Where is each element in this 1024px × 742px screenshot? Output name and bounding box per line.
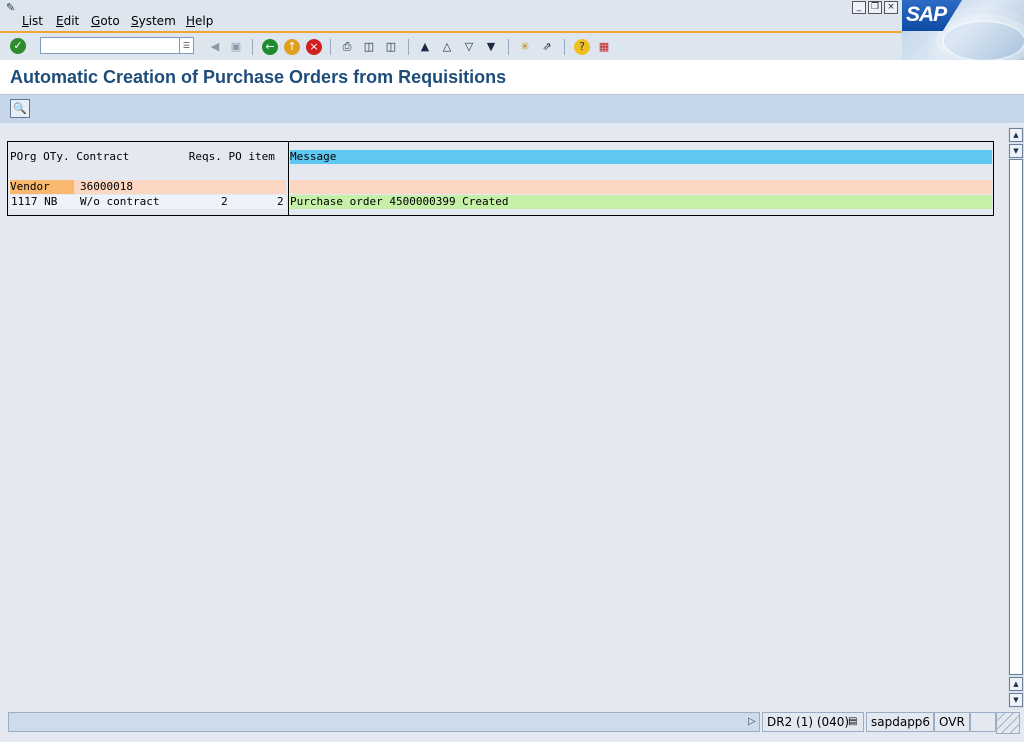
layout-icon[interactable]: ▦ bbox=[596, 39, 612, 55]
toolbar-separator bbox=[252, 39, 253, 55]
result-list: POrg OTy. Contract Reqs. PO item Message… bbox=[7, 141, 994, 216]
status-message-field bbox=[8, 712, 760, 732]
reqs-cell: 2 bbox=[221, 195, 228, 208]
status-bar: ▷ DR2 (1) (040) ▤ sapdapp6 OVR bbox=[0, 708, 1024, 742]
logo-ripple bbox=[942, 20, 1024, 60]
system-info: DR2 (1) (040) bbox=[767, 715, 850, 729]
menu-help[interactable]: Help bbox=[186, 14, 213, 29]
previous-page-icon[interactable]: △ bbox=[439, 39, 455, 55]
list-header-message: Message bbox=[290, 150, 992, 164]
minimize-icon[interactable]: _ bbox=[852, 1, 866, 14]
toolbar-separator bbox=[508, 39, 509, 55]
collapse-icon[interactable]: ◀ bbox=[207, 39, 223, 55]
vendor-row-message bbox=[290, 180, 992, 194]
scroll-up-icon[interactable]: ▲ bbox=[1009, 128, 1023, 142]
status-expand-icon[interactable]: ▷ bbox=[748, 716, 756, 727]
shortcut-icon[interactable]: ⇗ bbox=[539, 39, 555, 55]
last-page-icon[interactable]: ▼ bbox=[483, 39, 499, 55]
create-session-icon[interactable]: ✳ bbox=[517, 39, 533, 55]
vendor-number[interactable]: 36000018 bbox=[80, 180, 133, 194]
print-icon[interactable]: ⎙ bbox=[339, 39, 355, 55]
system-info-list-icon[interactable]: ▤ bbox=[848, 716, 857, 727]
logo-text: SAP bbox=[906, 3, 947, 26]
title-bar: Automatic Creation of Purchase Orders fr… bbox=[0, 60, 1024, 95]
menu-edit[interactable]: Edit bbox=[56, 14, 79, 29]
menu-list[interactable]: List bbox=[22, 14, 43, 29]
sap-logo: SAP bbox=[902, 0, 1024, 60]
list-header-columns: POrg OTy. Contract Reqs. PO item bbox=[10, 150, 286, 164]
cancel-icon[interactable]: × bbox=[306, 39, 322, 55]
scroll-track[interactable] bbox=[1009, 159, 1023, 675]
insert-mode: OVR bbox=[939, 715, 965, 729]
toolbar-separator bbox=[564, 39, 565, 55]
exit-icon[interactable]: ↑ bbox=[284, 39, 300, 55]
find-icon[interactable]: ◫ bbox=[361, 39, 377, 55]
menu-goto[interactable]: Goto bbox=[91, 14, 120, 29]
next-page-icon[interactable]: ▽ bbox=[461, 39, 477, 55]
first-page-icon[interactable]: ▲ bbox=[417, 39, 433, 55]
system-toolbar: ✓ ☰ ◀ ▣ ← ↑ × ⎙ ◫ ◫ ▲ △ ▽ ▼ ✳ ⇗ ? ▦ bbox=[0, 31, 902, 60]
find-next-icon[interactable]: ◫ bbox=[383, 39, 399, 55]
restore-icon[interactable]: ❐ bbox=[868, 1, 882, 14]
scroll-page-up-icon[interactable]: ▲ bbox=[1009, 677, 1023, 691]
enter-button[interactable]: ✓ bbox=[10, 38, 26, 54]
mode-field[interactable]: OVR bbox=[934, 712, 970, 732]
resize-grip-icon[interactable] bbox=[996, 712, 1020, 734]
scroll-page-down-icon[interactable]: ▼ bbox=[1009, 144, 1023, 158]
scroll-down-icon[interactable]: ▼ bbox=[1009, 693, 1023, 707]
menu-corner-icon[interactable]: ✎ bbox=[6, 1, 20, 14]
help-icon[interactable]: ? bbox=[574, 39, 590, 55]
application-toolbar: 🔍 bbox=[0, 95, 1024, 123]
close-icon[interactable]: × bbox=[884, 1, 898, 14]
window-controls: _ ❐ × bbox=[852, 1, 898, 14]
column-divider bbox=[288, 142, 289, 215]
command-field[interactable] bbox=[40, 37, 180, 54]
toolbar-separator bbox=[408, 39, 409, 55]
status-spacer bbox=[970, 712, 996, 732]
vertical-scrollbar[interactable]: ▲ ▼ ▲ ▼ bbox=[1008, 127, 1024, 708]
command-history-icon[interactable]: ☰ bbox=[180, 37, 194, 54]
server-field: sapdapp6 bbox=[866, 712, 934, 732]
message-cell[interactable]: Purchase order 4500000399 Created bbox=[290, 195, 992, 209]
menu-system[interactable]: System bbox=[131, 14, 176, 29]
toolbar-separator bbox=[330, 39, 331, 55]
porg-oty-cell: 1117 NB bbox=[11, 195, 58, 208]
save-icon[interactable]: ▣ bbox=[228, 39, 244, 55]
server-name: sapdapp6 bbox=[871, 715, 931, 729]
vendor-label: Vendor bbox=[10, 180, 74, 194]
po-item-cell: 2 bbox=[277, 195, 284, 208]
detail-search-button[interactable]: 🔍 bbox=[10, 99, 30, 118]
contract-cell: W/o contract bbox=[80, 195, 160, 208]
page-title: Automatic Creation of Purchase Orders fr… bbox=[10, 67, 507, 87]
back-icon[interactable]: ← bbox=[262, 39, 278, 55]
